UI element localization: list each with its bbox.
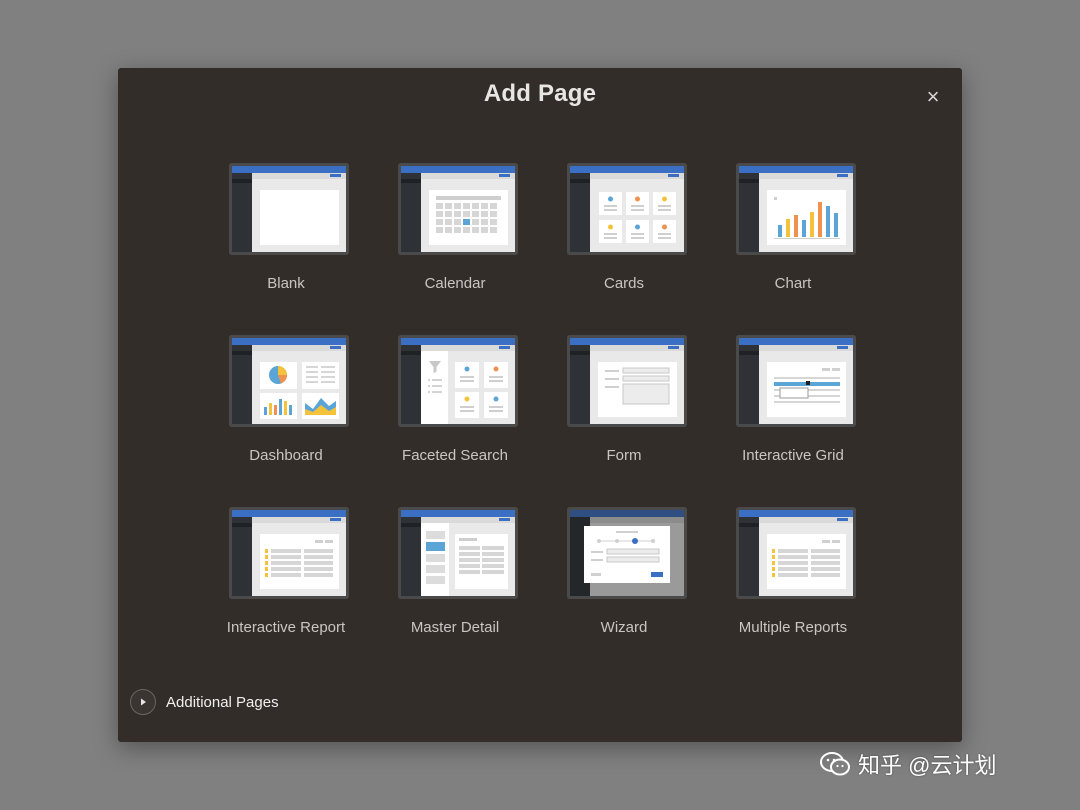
tile-label: Dashboard	[249, 447, 323, 464]
close-icon[interactable]: ×	[922, 86, 944, 108]
dashboard-page-icon	[229, 335, 349, 427]
tile-wizard[interactable]: Wizard	[549, 507, 699, 657]
tile-label: Multiple Reports	[738, 619, 848, 636]
tile-label: Interactive Grid	[742, 447, 844, 464]
tile-calendar[interactable]: Calendar	[380, 163, 530, 313]
tile-label: Wizard	[600, 619, 648, 636]
tile-blank[interactable]: Blank	[211, 163, 361, 313]
tile-label: Interactive Report	[226, 619, 346, 636]
tile-chart[interactable]: Chart	[718, 163, 868, 313]
cards-page-icon	[567, 163, 687, 255]
calendar-page-icon	[398, 163, 518, 255]
chat-bubble-icon	[820, 751, 850, 777]
faceted-search-page-icon	[398, 335, 518, 427]
tile-multiple-reports[interactable]: Multiple Reports	[718, 507, 868, 657]
dialog-title: Add Page	[483, 80, 597, 107]
tile-interactive-report[interactable]: Interactive Report	[211, 507, 361, 657]
tile-faceted-search[interactable]: Faceted Search	[380, 335, 530, 485]
master-detail-page-icon	[398, 507, 518, 599]
tile-label: Calendar	[424, 275, 486, 292]
additional-pages-toggle[interactable]: Additional Pages	[130, 688, 279, 716]
tile-master-detail[interactable]: Master Detail	[380, 507, 530, 657]
tile-label: Blank	[267, 275, 305, 292]
form-page-icon	[567, 335, 687, 427]
expand-triangle-icon	[130, 689, 156, 715]
watermark: 知乎 @云计划	[820, 748, 996, 780]
tile-form[interactable]: Form	[549, 335, 699, 485]
tile-label: Faceted Search	[402, 447, 508, 464]
wizard-page-icon	[567, 507, 687, 599]
tile-interactive-grid[interactable]: Interactive Grid	[718, 335, 868, 485]
watermark-text: 知乎 @云计划	[858, 753, 997, 778]
tile-label: Chart	[774, 275, 812, 292]
additional-pages-label: Additional Pages	[166, 693, 279, 711]
tile-dashboard[interactable]: Dashboard	[211, 335, 361, 485]
tile-label: Master Detail	[410, 619, 500, 636]
chart-page-icon	[736, 163, 856, 255]
tile-cards[interactable]: Cards	[549, 163, 699, 313]
tile-label: Form	[606, 447, 642, 464]
tile-label: Cards	[603, 275, 644, 292]
interactive-report-page-icon	[229, 507, 349, 599]
blank-page-icon	[229, 163, 349, 255]
interactive-grid-page-icon	[736, 335, 856, 427]
multiple-reports-page-icon	[736, 507, 856, 599]
